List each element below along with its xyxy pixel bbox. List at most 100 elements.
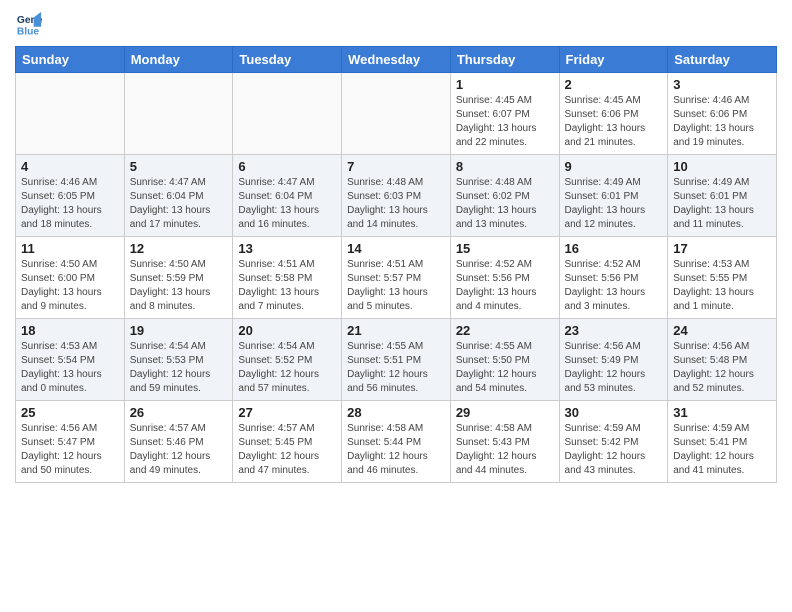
day-number: 1 xyxy=(456,77,554,92)
day-number: 5 xyxy=(130,159,228,174)
day-info: Sunrise: 4:47 AM Sunset: 6:04 PM Dayligh… xyxy=(238,176,336,232)
weekday-header-wednesday: Wednesday xyxy=(342,47,451,73)
day-info: Sunrise: 4:52 AM Sunset: 5:56 PM Dayligh… xyxy=(456,258,554,314)
day-info: Sunrise: 4:58 AM Sunset: 5:44 PM Dayligh… xyxy=(347,422,445,478)
calendar-cell: 24 Sunrise: 4:56 AM Sunset: 5:48 PM Dayli… xyxy=(668,319,777,401)
page-container: General Blue SundayMondayTuesdayWednesda… xyxy=(0,0,792,488)
weekday-header-thursday: Thursday xyxy=(450,47,559,73)
calendar-cell: 20 Sunrise: 4:54 AM Sunset: 5:52 PM Dayli… xyxy=(233,319,342,401)
day-info: Sunrise: 4:50 AM Sunset: 6:00 PM Dayligh… xyxy=(21,258,119,314)
calendar-table: SundayMondayTuesdayWednesdayThursdayFrid… xyxy=(15,46,777,483)
day-info: Sunrise: 4:53 AM Sunset: 5:54 PM Dayligh… xyxy=(21,340,119,396)
day-info: Sunrise: 4:46 AM Sunset: 6:06 PM Dayligh… xyxy=(673,94,771,150)
weekday-header-row: SundayMondayTuesdayWednesdayThursdayFrid… xyxy=(16,47,777,73)
calendar-cell xyxy=(124,73,233,155)
day-info: Sunrise: 4:56 AM Sunset: 5:47 PM Dayligh… xyxy=(21,422,119,478)
day-info: Sunrise: 4:54 AM Sunset: 5:52 PM Dayligh… xyxy=(238,340,336,396)
calendar-cell: 26 Sunrise: 4:57 AM Sunset: 5:46 PM Dayli… xyxy=(124,401,233,483)
calendar-cell xyxy=(342,73,451,155)
calendar-cell: 4 Sunrise: 4:46 AM Sunset: 6:05 PM Daylig… xyxy=(16,155,125,237)
weekday-header-saturday: Saturday xyxy=(668,47,777,73)
calendar-cell: 19 Sunrise: 4:54 AM Sunset: 5:53 PM Dayli… xyxy=(124,319,233,401)
day-info: Sunrise: 4:54 AM Sunset: 5:53 PM Dayligh… xyxy=(130,340,228,396)
day-number: 16 xyxy=(565,241,663,256)
calendar-cell: 9Sunrise: 4:49 AM Sunset: 6:01 PM Daylig… xyxy=(559,155,668,237)
day-info: Sunrise: 4:57 AM Sunset: 5:45 PM Dayligh… xyxy=(238,422,336,478)
day-number: 26 xyxy=(130,405,228,420)
day-number: 24 xyxy=(673,323,771,338)
calendar-cell: 6 Sunrise: 4:47 AM Sunset: 6:04 PM Daylig… xyxy=(233,155,342,237)
svg-text:Blue: Blue xyxy=(17,26,40,37)
calendar-cell: 23Sunrise: 4:56 AM Sunset: 5:49 PM Dayli… xyxy=(559,319,668,401)
calendar-week-row: 11 Sunrise: 4:50 AM Sunset: 6:00 PM Dayli… xyxy=(16,237,777,319)
day-info: Sunrise: 4:57 AM Sunset: 5:46 PM Dayligh… xyxy=(130,422,228,478)
day-number: 9 xyxy=(565,159,663,174)
calendar-cell: 8 Sunrise: 4:48 AM Sunset: 6:02 PM Daylig… xyxy=(450,155,559,237)
day-info: Sunrise: 4:56 AM Sunset: 5:48 PM Dayligh… xyxy=(673,340,771,396)
calendar-cell: 25 Sunrise: 4:56 AM Sunset: 5:47 PM Dayli… xyxy=(16,401,125,483)
header: General Blue xyxy=(15,10,777,38)
day-number: 27 xyxy=(238,405,336,420)
calendar-cell: 27 Sunrise: 4:57 AM Sunset: 5:45 PM Dayli… xyxy=(233,401,342,483)
day-number: 4 xyxy=(21,159,119,174)
day-number: 20 xyxy=(238,323,336,338)
logo-icon: General Blue xyxy=(15,10,43,38)
calendar-cell: 5 Sunrise: 4:47 AM Sunset: 6:04 PM Daylig… xyxy=(124,155,233,237)
day-info: Sunrise: 4:51 AM Sunset: 5:58 PM Dayligh… xyxy=(238,258,336,314)
calendar-cell: 31 Sunrise: 4:59 AM Sunset: 5:41 PM Dayli… xyxy=(668,401,777,483)
day-info: Sunrise: 4:48 AM Sunset: 6:02 PM Dayligh… xyxy=(456,176,554,232)
calendar-cell: 10 Sunrise: 4:49 AM Sunset: 6:01 PM Dayli… xyxy=(668,155,777,237)
weekday-header-tuesday: Tuesday xyxy=(233,47,342,73)
calendar-cell: 2Sunrise: 4:45 AM Sunset: 6:06 PM Daylig… xyxy=(559,73,668,155)
day-info: Sunrise: 4:47 AM Sunset: 6:04 PM Dayligh… xyxy=(130,176,228,232)
day-number: 3 xyxy=(673,77,771,92)
day-number: 29 xyxy=(456,405,554,420)
day-number: 17 xyxy=(673,241,771,256)
day-number: 31 xyxy=(673,405,771,420)
day-number: 14 xyxy=(347,241,445,256)
calendar-cell: 22Sunrise: 4:55 AM Sunset: 5:50 PM Dayli… xyxy=(450,319,559,401)
day-number: 10 xyxy=(673,159,771,174)
day-number: 25 xyxy=(21,405,119,420)
day-info: Sunrise: 4:55 AM Sunset: 5:50 PM Dayligh… xyxy=(456,340,554,396)
weekday-header-sunday: Sunday xyxy=(16,47,125,73)
calendar-cell: 15 Sunrise: 4:52 AM Sunset: 5:56 PM Dayli… xyxy=(450,237,559,319)
calendar-cell: 13 Sunrise: 4:51 AM Sunset: 5:58 PM Dayli… xyxy=(233,237,342,319)
day-info: Sunrise: 4:53 AM Sunset: 5:55 PM Dayligh… xyxy=(673,258,771,314)
day-info: Sunrise: 4:52 AM Sunset: 5:56 PM Dayligh… xyxy=(565,258,663,314)
day-number: 19 xyxy=(130,323,228,338)
day-number: 8 xyxy=(456,159,554,174)
day-info: Sunrise: 4:56 AM Sunset: 5:49 PM Dayligh… xyxy=(565,340,663,396)
calendar-cell: 14Sunrise: 4:51 AM Sunset: 5:57 PM Dayli… xyxy=(342,237,451,319)
calendar-cell: 17 Sunrise: 4:53 AM Sunset: 5:55 PM Dayli… xyxy=(668,237,777,319)
day-info: Sunrise: 4:49 AM Sunset: 6:01 PM Dayligh… xyxy=(673,176,771,232)
calendar-cell: 1 Sunrise: 4:45 AM Sunset: 6:07 PM Daylig… xyxy=(450,73,559,155)
calendar-cell: 21 Sunrise: 4:55 AM Sunset: 5:51 PM Dayli… xyxy=(342,319,451,401)
day-info: Sunrise: 4:50 AM Sunset: 5:59 PM Dayligh… xyxy=(130,258,228,314)
calendar-cell: 3 Sunrise: 4:46 AM Sunset: 6:06 PM Daylig… xyxy=(668,73,777,155)
day-info: Sunrise: 4:45 AM Sunset: 6:07 PM Dayligh… xyxy=(456,94,554,150)
day-number: 15 xyxy=(456,241,554,256)
day-number: 6 xyxy=(238,159,336,174)
day-number: 28 xyxy=(347,405,445,420)
calendar-cell: 16 Sunrise: 4:52 AM Sunset: 5:56 PM Dayli… xyxy=(559,237,668,319)
logo: General Blue xyxy=(15,10,47,38)
day-info: Sunrise: 4:46 AM Sunset: 6:05 PM Dayligh… xyxy=(21,176,119,232)
weekday-header-friday: Friday xyxy=(559,47,668,73)
calendar-week-row: 1 Sunrise: 4:45 AM Sunset: 6:07 PM Daylig… xyxy=(16,73,777,155)
day-info: Sunrise: 4:55 AM Sunset: 5:51 PM Dayligh… xyxy=(347,340,445,396)
calendar-cell: 29 Sunrise: 4:58 AM Sunset: 5:43 PM Dayli… xyxy=(450,401,559,483)
day-number: 30 xyxy=(565,405,663,420)
day-number: 11 xyxy=(21,241,119,256)
day-info: Sunrise: 4:59 AM Sunset: 5:41 PM Dayligh… xyxy=(673,422,771,478)
day-number: 21 xyxy=(347,323,445,338)
calendar-cell: 7Sunrise: 4:48 AM Sunset: 6:03 PM Daylig… xyxy=(342,155,451,237)
calendar-week-row: 18Sunrise: 4:53 AM Sunset: 5:54 PM Dayli… xyxy=(16,319,777,401)
day-number: 7 xyxy=(347,159,445,174)
calendar-week-row: 25 Sunrise: 4:56 AM Sunset: 5:47 PM Dayli… xyxy=(16,401,777,483)
calendar-cell: 18Sunrise: 4:53 AM Sunset: 5:54 PM Dayli… xyxy=(16,319,125,401)
day-info: Sunrise: 4:58 AM Sunset: 5:43 PM Dayligh… xyxy=(456,422,554,478)
day-number: 2 xyxy=(565,77,663,92)
calendar-cell xyxy=(16,73,125,155)
day-number: 13 xyxy=(238,241,336,256)
